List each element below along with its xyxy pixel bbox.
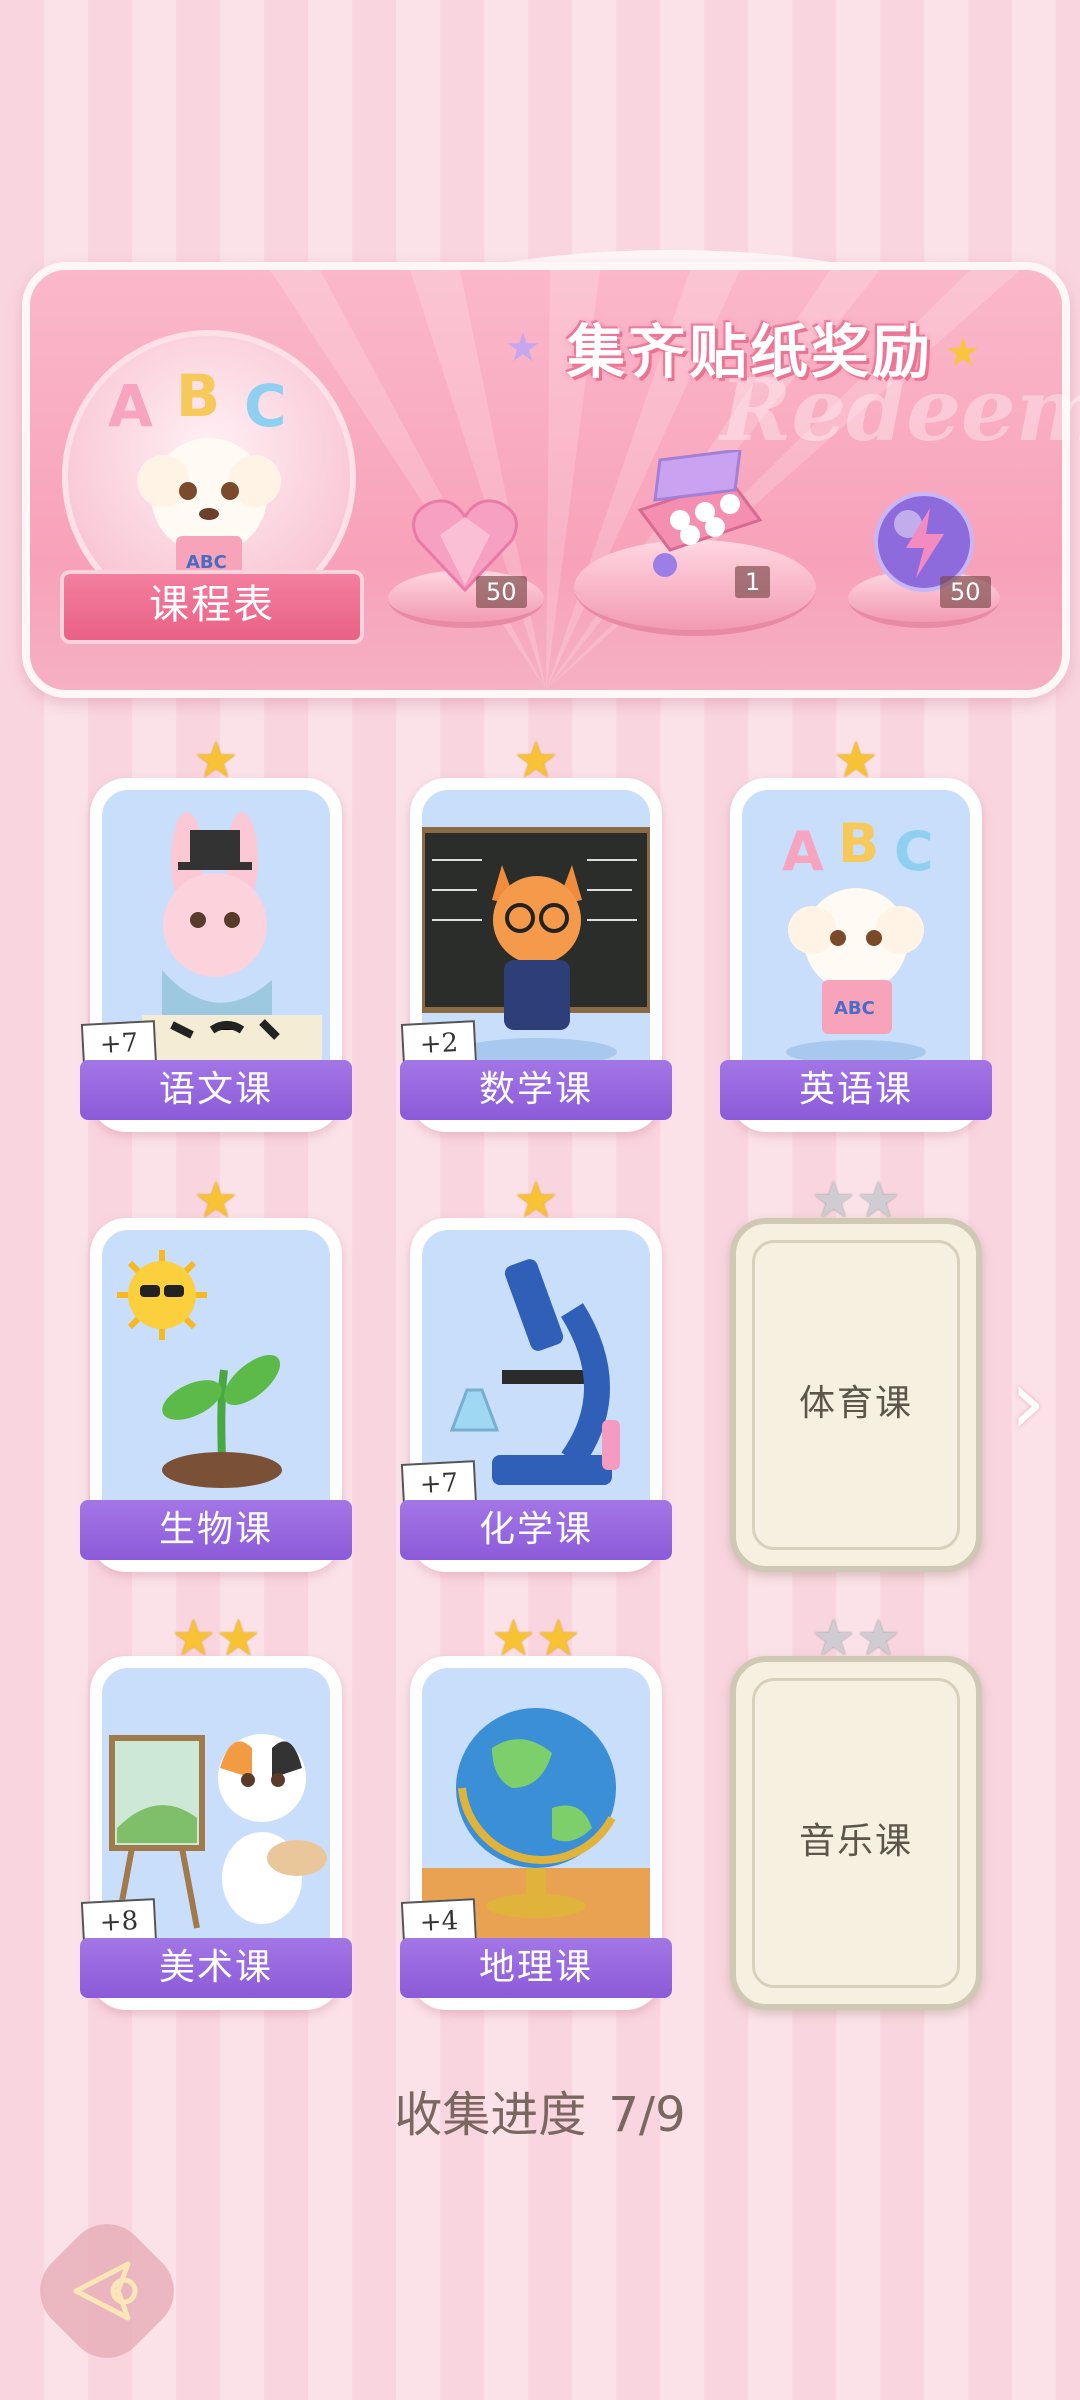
next-page-chevron-icon[interactable]: › (1010, 1350, 1046, 1455)
course-card-math[interactable]: +2 数学课 (400, 778, 672, 1132)
course-label: 体育课 (798, 1383, 913, 1424)
collection-progress: 收集进度 7/9 (0, 2075, 1080, 2145)
svg-text:B: B (176, 362, 220, 430)
progress-value: 7/9 (608, 2087, 686, 2143)
course-card-geography[interactable]: +4 地理课 (400, 1656, 672, 2010)
course-label: 数学课 (400, 1060, 672, 1120)
svg-text:ABC: ABC (834, 998, 875, 1019)
course-label: 生物课 (80, 1500, 352, 1560)
course-card-biology[interactable]: 生物课 (80, 1218, 352, 1572)
course-card-chemistry[interactable]: +7 化学课 (400, 1218, 672, 1572)
reward-count: 50 (476, 576, 527, 608)
back-arrow-icon (73, 2261, 138, 2321)
svg-text:C: C (244, 372, 287, 440)
course-card-chinese[interactable]: +7 语文课 (80, 778, 352, 1132)
svg-text:A: A (108, 372, 153, 440)
sprout-sun-icon (117, 1250, 282, 1488)
card-illustration: A B C ABC (742, 790, 970, 1080)
course-label: 地理课 (400, 1938, 672, 1998)
course-label: 美术课 (80, 1938, 352, 1998)
gift-box-icon (637, 450, 763, 577)
svg-text:C: C (894, 820, 934, 883)
svg-text:A: A (782, 820, 824, 883)
course-card-music-locked[interactable]: 音乐课 (730, 1656, 982, 2010)
course-label: 语文课 (80, 1060, 352, 1120)
star-icon: ★ (505, 325, 541, 371)
course-label: 化学课 (400, 1500, 672, 1560)
reward-count: 1 (735, 566, 771, 598)
course-label: 音乐课 (798, 1821, 913, 1862)
reward-count: 50 (940, 576, 991, 608)
star-icon: ★ (945, 330, 981, 376)
course-card-english[interactable]: A B C ABC 英语课 (720, 778, 992, 1132)
course-card-art[interactable]: +8 美术课 (80, 1656, 352, 2010)
course-card-pe-locked[interactable]: 体育课 (730, 1218, 982, 1572)
puppy-reading-icon: A B C ABC (782, 812, 934, 1064)
back-button[interactable] (23, 2207, 191, 2375)
banner-title: 集齐贴纸奖励 (566, 318, 933, 386)
svg-text:B: B (838, 812, 879, 875)
schedule-label: 课程表 (60, 570, 364, 644)
card-illustration (102, 1230, 330, 1520)
course-label: 英语课 (720, 1060, 992, 1120)
progress-label: 收集进度 (394, 2087, 587, 2143)
